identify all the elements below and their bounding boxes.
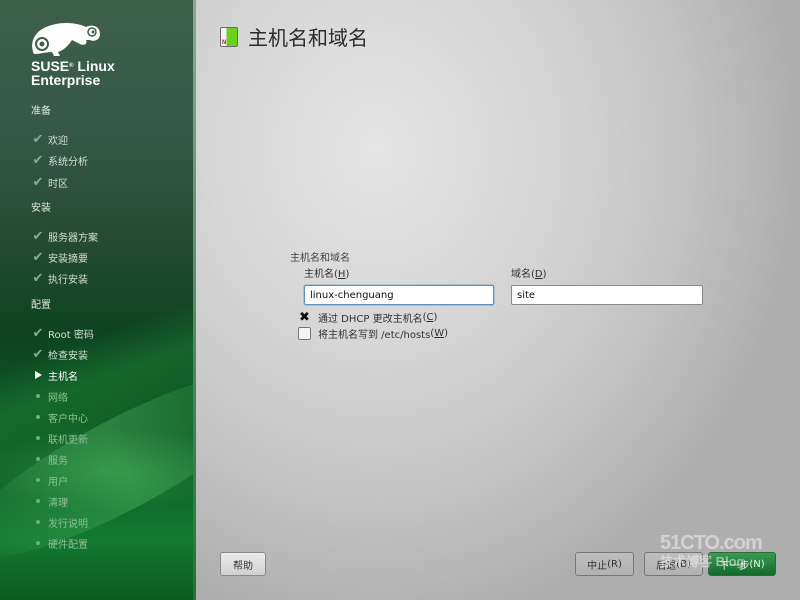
check-icon: ✔ <box>32 152 44 168</box>
step-label: 用户 <box>48 476 68 488</box>
abort-button[interactable]: 中止(R) <box>575 552 634 576</box>
checked-x-icon[interactable]: ✖ <box>298 310 311 325</box>
dhcp-checkbox-label: 通过 DHCP 更改主机名 <box>318 313 423 325</box>
check-icon: ✔ <box>32 228 44 244</box>
help-button[interactable]: 帮助 <box>220 552 266 576</box>
domain-mnemonic: D <box>534 269 543 280</box>
step-hostname: 主机名 <box>28 367 78 383</box>
step-welcome: ✔ 欢迎 <box>28 131 68 147</box>
hostname-label-text: 主机名 <box>304 269 334 280</box>
step-network: 网络 <box>28 388 68 404</box>
bullet-icon <box>36 436 40 440</box>
page-title: 主机名和域名 <box>248 26 368 50</box>
hosts-mnemonic: W <box>434 327 445 339</box>
step-label: 发行说明 <box>48 518 88 530</box>
step-customer-center: 客户中心 <box>28 409 88 425</box>
bullet-icon <box>36 394 40 398</box>
step-label: 硬件配置 <box>48 539 88 551</box>
step-label: 检查安装 <box>48 350 88 362</box>
hosts-checkbox-label: 将主机名写到 /etc/hosts <box>318 329 431 341</box>
bullet-icon <box>36 478 40 482</box>
brand-enterprise: Enterprise <box>31 72 101 88</box>
bullet-icon <box>36 415 40 419</box>
step-label: 服务器方案 <box>48 232 98 244</box>
suse-chameleon-logo <box>32 23 100 56</box>
abort-mnemonic: R <box>611 558 618 570</box>
step-timezone: ✔ 时区 <box>28 174 68 190</box>
hostname-label: 主机名(H) <box>304 269 350 280</box>
step-perform-install: ✔ 执行安装 <box>28 270 88 286</box>
step-label: 客户中心 <box>48 413 88 425</box>
step-online-update: 联机更新 <box>28 430 88 446</box>
back-mnemonic: B <box>680 558 687 570</box>
section-title-install: 安装 <box>31 203 51 214</box>
hostname-mnemonic: H <box>337 269 346 280</box>
step-hardware-config: 硬件配置 <box>28 535 88 551</box>
domain-label: 域名(D) <box>511 269 547 280</box>
main-panel: N 主机名和域名 主机名和域名 主机名(H) 域名(D) ✖ 通过 DHCP 更… <box>196 0 800 600</box>
step-label: 系统分析 <box>48 156 88 168</box>
sidebar: SUSE® Linux Enterprise 准备 ✔ 欢迎 ✔ 系统分析 ✔ 时区 … <box>0 0 196 600</box>
next-button-label: 下一步 <box>719 560 750 572</box>
check-icon: ✔ <box>32 325 44 341</box>
back-button[interactable]: 后退(B) <box>644 552 703 576</box>
step-install-summary: ✔ 安装摘要 <box>28 249 88 265</box>
step-cleanup: 清理 <box>28 493 68 509</box>
abort-button-label: 中止 <box>587 560 608 572</box>
section-title-configure: 配置 <box>31 300 51 311</box>
brand-name: SUSE® Linux Enterprise <box>31 59 115 87</box>
step-label: 服务 <box>48 455 68 467</box>
step-services: 服务 <box>28 451 68 467</box>
step-release-notes: 发行说明 <box>28 514 88 530</box>
step-root-password: ✔ Root 密码 <box>28 325 94 341</box>
check-icon: ✔ <box>32 346 44 362</box>
check-icon: ✔ <box>32 270 44 286</box>
step-label: 安装摘要 <box>48 253 88 265</box>
bullet-icon <box>36 457 40 461</box>
group-label: 主机名和域名 <box>290 253 350 264</box>
step-label: 清理 <box>48 497 68 509</box>
dhcp-hostname-checkbox[interactable]: ✖ 通过 DHCP 更改主机名(C) <box>298 310 437 325</box>
domain-input[interactable] <box>511 285 703 305</box>
next-mnemonic: N <box>753 558 761 570</box>
check-icon: ✔ <box>32 131 44 147</box>
bullet-icon <box>36 520 40 524</box>
unchecked-box-icon[interactable] <box>298 326 311 340</box>
check-icon: ✔ <box>32 174 44 190</box>
section-title-prepare: 准备 <box>31 106 51 117</box>
step-check-install: ✔ 检查安装 <box>28 346 88 362</box>
hostname-input[interactable] <box>304 285 494 305</box>
bullet-icon <box>36 541 40 545</box>
help-button-label: 帮助 <box>233 560 253 572</box>
write-hosts-checkbox[interactable]: 将主机名写到 /etc/hosts(W) <box>298 326 448 341</box>
current-step-arrow-icon <box>34 371 42 379</box>
step-server-scenario: ✔ 服务器方案 <box>28 228 98 244</box>
step-label: 联机更新 <box>48 434 88 446</box>
step-label: 欢迎 <box>48 135 68 147</box>
step-label: 执行安装 <box>48 274 88 286</box>
step-label: Root 密码 <box>48 329 94 341</box>
domain-label-text: 域名 <box>511 269 531 280</box>
bullet-icon <box>36 499 40 503</box>
back-button-label: 后退 <box>656 560 677 572</box>
step-label: 网络 <box>48 392 68 404</box>
step-label: 时区 <box>48 178 68 190</box>
icon-letter: N <box>222 40 227 46</box>
network-card-icon: N <box>220 27 238 47</box>
step-label: 主机名 <box>48 371 78 383</box>
next-button[interactable]: 下一步(N) <box>708 552 776 576</box>
check-icon: ✔ <box>32 249 44 265</box>
step-system-analysis: ✔ 系统分析 <box>28 152 88 168</box>
dhcp-mnemonic: C <box>426 311 434 323</box>
step-users: 用户 <box>28 472 68 488</box>
